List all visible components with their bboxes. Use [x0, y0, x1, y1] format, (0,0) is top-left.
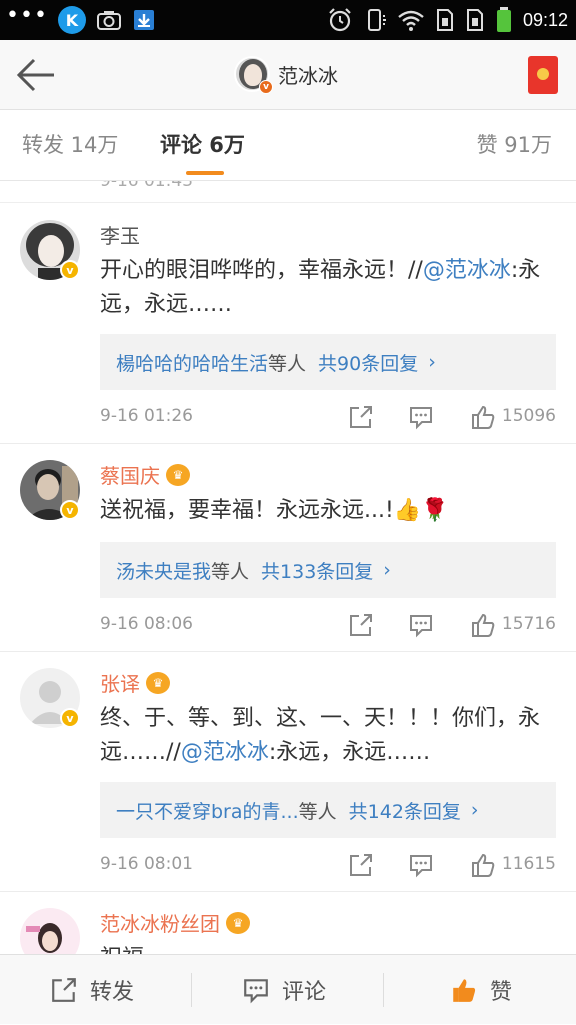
divider — [191, 973, 192, 1007]
alarm-icon — [329, 8, 351, 32]
vip-crown-icon: ♛ — [166, 463, 190, 486]
share-icon[interactable] — [348, 852, 374, 878]
vip-crown-icon: ♛ — [146, 671, 170, 694]
comment-text: 开心的眼泪哗哗的，幸福永远！//@范冰冰:永远，永远…… — [100, 258, 541, 317]
avatar[interactable] — [20, 908, 80, 954]
comment-item: v 蔡国庆 ♛ 送祝福，要幸福！永远永远...!👍🌹 汤未央是我 等人 共133条回复… — [0, 444, 576, 652]
comment-text: 终、于、等、到、这、一、天！！！你们，永远……//@范冰冰:永远，永远…… — [100, 706, 541, 765]
comment-text: 祝福 — [100, 942, 556, 954]
verified-badge-icon: v — [60, 708, 80, 728]
comment-meta: 9-16 08:01 11615 — [100, 850, 556, 880]
app-k-icon: K — [57, 6, 86, 34]
sim2-icon — [466, 9, 483, 31]
repost-button[interactable]: 转发 — [50, 955, 134, 1025]
comment-item: v 李玉 开心的眼泪哗哗的，幸福永远！//@范冰冰:永远，永远…… 楊哈哈的哈哈… — [0, 204, 576, 444]
thumbs-up-icon[interactable] — [470, 612, 496, 638]
comment-label: 评论 — [282, 980, 327, 1005]
tab-bar: 转发 14万 评论 6万 赞 91万 — [0, 111, 576, 181]
comment-item: v 张译 ♛ 终、于、等、到、这、一、天！！！你们，永远……//@范冰冰:永远，永… — [0, 652, 576, 892]
clock: 09:12 — [522, 9, 568, 30]
repost-label: 转发 — [90, 980, 135, 1005]
avatar[interactable]: v — [20, 460, 80, 520]
notification-dots: ••• — [6, 3, 48, 28]
comment-author[interactable]: 范冰冰粉丝团 ♛ — [100, 908, 250, 937]
mention-link[interactable]: @范冰冰 — [181, 740, 269, 765]
comment-author[interactable]: 李玉 — [100, 220, 140, 249]
bottom-action-bar: 转发 评论 赞 — [0, 954, 576, 1024]
share-icon — [52, 978, 76, 1002]
verified-badge-icon: v — [60, 500, 80, 520]
chevron-right-icon: › — [428, 351, 436, 373]
header-title-group[interactable]: v 范冰冰 — [234, 56, 338, 94]
comment-button[interactable]: 评论 — [242, 955, 326, 1025]
like-count: 15096 — [501, 406, 556, 426]
share-icon[interactable] — [348, 612, 374, 638]
chevron-right-icon: › — [470, 799, 479, 821]
comment-text: 送祝福，要幸福！永远永远...!👍🌹 — [100, 498, 449, 523]
download-icon — [133, 10, 154, 30]
tab-reposts[interactable]: 转发 14万 — [22, 129, 118, 159]
vibrate-icon — [367, 9, 386, 31]
like-count: 11615 — [501, 854, 556, 874]
red-packet-icon[interactable] — [528, 56, 558, 94]
header-avatar: v — [234, 56, 273, 94]
comment-meta: 9-16 08:06 15716 — [100, 610, 556, 640]
previous-comment-date: 9-16 01:43 — [100, 181, 193, 191]
comment-icon[interactable] — [408, 852, 434, 878]
tab-likes[interactable]: 赞 91万 — [477, 129, 552, 159]
comment-date: 9-16 08:06 — [100, 614, 193, 634]
previous-comment-partial: 9-16 01:43 — [0, 181, 576, 203]
avatar[interactable]: v — [20, 220, 80, 280]
like-count: 15716 — [501, 614, 556, 634]
reply-summary[interactable]: 一只不爱穿bra的青... 等人 共142条回复 › — [100, 782, 556, 838]
page-title: 范冰冰 — [278, 63, 338, 88]
like-label: 赞 — [490, 980, 513, 1005]
verified-badge-icon: v — [60, 260, 80, 280]
thumbs-up-icon[interactable] — [470, 404, 496, 430]
battery-icon — [496, 7, 511, 32]
vip-crown-icon: ♛ — [226, 911, 250, 934]
verified-badge-icon: v — [259, 80, 273, 94]
comment-item: 范冰冰粉丝团♛ 祝福 — [0, 892, 576, 954]
tab-comments[interactable]: 评论 6万 — [160, 129, 245, 159]
comment-date: 9-16 01:26 — [100, 406, 193, 426]
thumbs-up-icon[interactable] — [470, 852, 496, 878]
reply-summary[interactable]: 汤未央是我 等人 共133条回复 › — [100, 542, 556, 598]
like-button[interactable]: 赞 — [450, 955, 512, 1025]
comment-icon — [244, 979, 268, 1004]
wifi-icon — [398, 10, 424, 31]
chevron-right-icon: › — [383, 559, 391, 581]
mention-link[interactable]: @范冰冰 — [423, 258, 511, 283]
share-icon[interactable] — [348, 404, 374, 430]
active-tab-indicator — [186, 171, 224, 175]
reply-summary[interactable]: 楊哈哈的哈哈生活 等人 共90条回复 › — [100, 334, 556, 390]
comment-meta: 9-16 01:26 15096 — [100, 402, 556, 432]
avatar[interactable]: v — [20, 668, 80, 728]
comment-icon[interactable] — [408, 404, 434, 430]
thumbs-up-icon — [453, 979, 476, 1002]
camera-icon — [96, 11, 121, 30]
sim1-icon — [436, 9, 453, 31]
comment-author[interactable]: 蔡国庆 ♛ — [100, 460, 190, 489]
back-arrow-icon[interactable] — [14, 56, 58, 94]
status-bar: ••• K 09:12 — [0, 0, 576, 40]
comment-list[interactable]: 9-16 01:43 v 李玉 开心的眼泪哗哗的，幸福永远！//@范冰冰:永远，… — [0, 181, 576, 954]
divider — [383, 973, 384, 1007]
comment-icon[interactable] — [408, 612, 434, 638]
comment-author[interactable]: 张译 ♛ — [100, 668, 170, 697]
header-bar: v 范冰冰 — [0, 40, 576, 110]
comment-date: 9-16 08:01 — [100, 854, 193, 874]
